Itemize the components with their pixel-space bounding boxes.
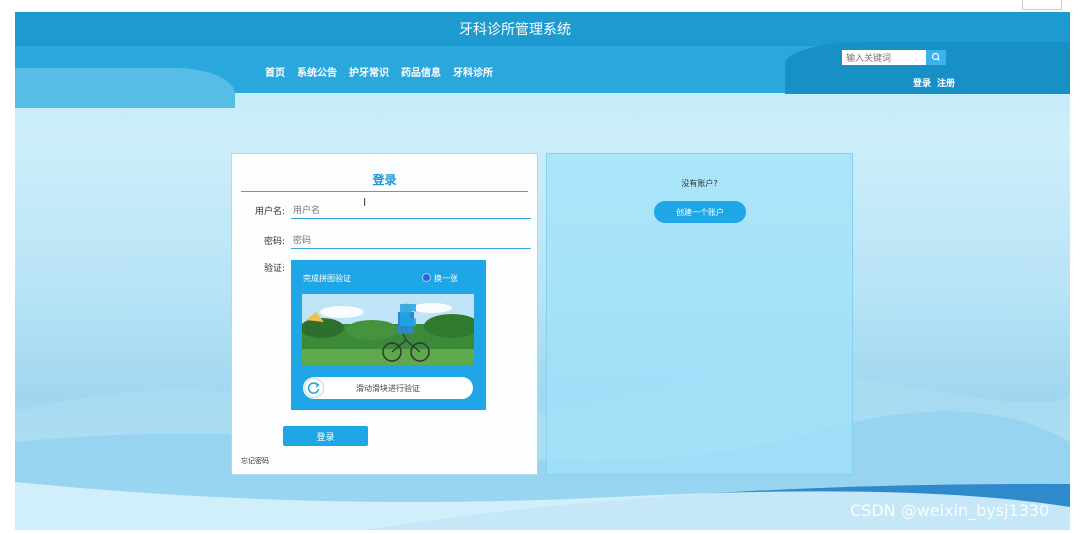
login-submit-button[interactable]: 登录 [283,426,368,446]
nav-dental-care[interactable]: 护牙常识 [349,64,389,79]
captcha-widget: 完成拼图验证 换一张 滑动滑块进行验证 [291,260,486,410]
nav-clinics[interactable]: 牙科诊所 [453,64,493,79]
captcha-label: 验证: [263,264,285,274]
nav-announcements[interactable]: 系统公告 [297,64,337,79]
create-account-button[interactable]: 创建一个账户 [654,201,746,223]
auth-links: 登录 注册 [913,76,955,89]
search-input[interactable] [842,50,930,65]
register-panel: 没有账户? 创建一个账户 [546,153,853,475]
captcha-tip: 完成拼图验证 [303,274,351,283]
register-question: 没有账户? [681,179,718,188]
refresh-dot-icon [422,273,431,282]
register-link[interactable]: 注册 [937,76,955,89]
username-field[interactable] [291,201,531,219]
captcha-slider-text: 滑动滑块进行验证 [356,384,420,393]
login-title: 登录 [372,173,397,187]
login-panel: 登录 用户名: I 密码: 验证: 完成拼图验证 换一张 [231,153,538,475]
main-nav: 首页 系统公告 护牙常识 药品信息 牙科诊所 [265,64,493,79]
search-button[interactable] [926,50,946,65]
site-title: 牙科诊所管理系统 [459,22,571,38]
captcha-refresh[interactable]: 换一张 [434,273,458,284]
nav-home[interactable]: 首页 [265,64,285,79]
login-title-divider [241,191,528,192]
captcha-image [302,294,474,365]
captcha-puzzle-picture [302,294,474,365]
password-label: 密码: [263,237,285,247]
login-link[interactable]: 登录 [913,76,931,89]
captcha-slider-track[interactable]: 滑动滑块进行验证 [303,377,473,399]
username-label: 用户名: [254,207,285,217]
nav-medicine-info[interactable]: 药品信息 [401,64,441,79]
search-icon [931,52,940,61]
text-cursor-icon: I [363,196,367,209]
watermark: CSDN @weixin_bysj1330 [850,501,1050,520]
header-wave-left [15,68,235,108]
page-stage: 牙科诊所管理系统 首页 系统公告 护牙常识 药品信息 牙科诊所 登录 注册 登录… [15,12,1070,530]
password-field[interactable] [291,231,531,249]
window-corner-box [1022,0,1062,10]
forgot-password-link[interactable]: 忘记密码 [241,456,269,466]
